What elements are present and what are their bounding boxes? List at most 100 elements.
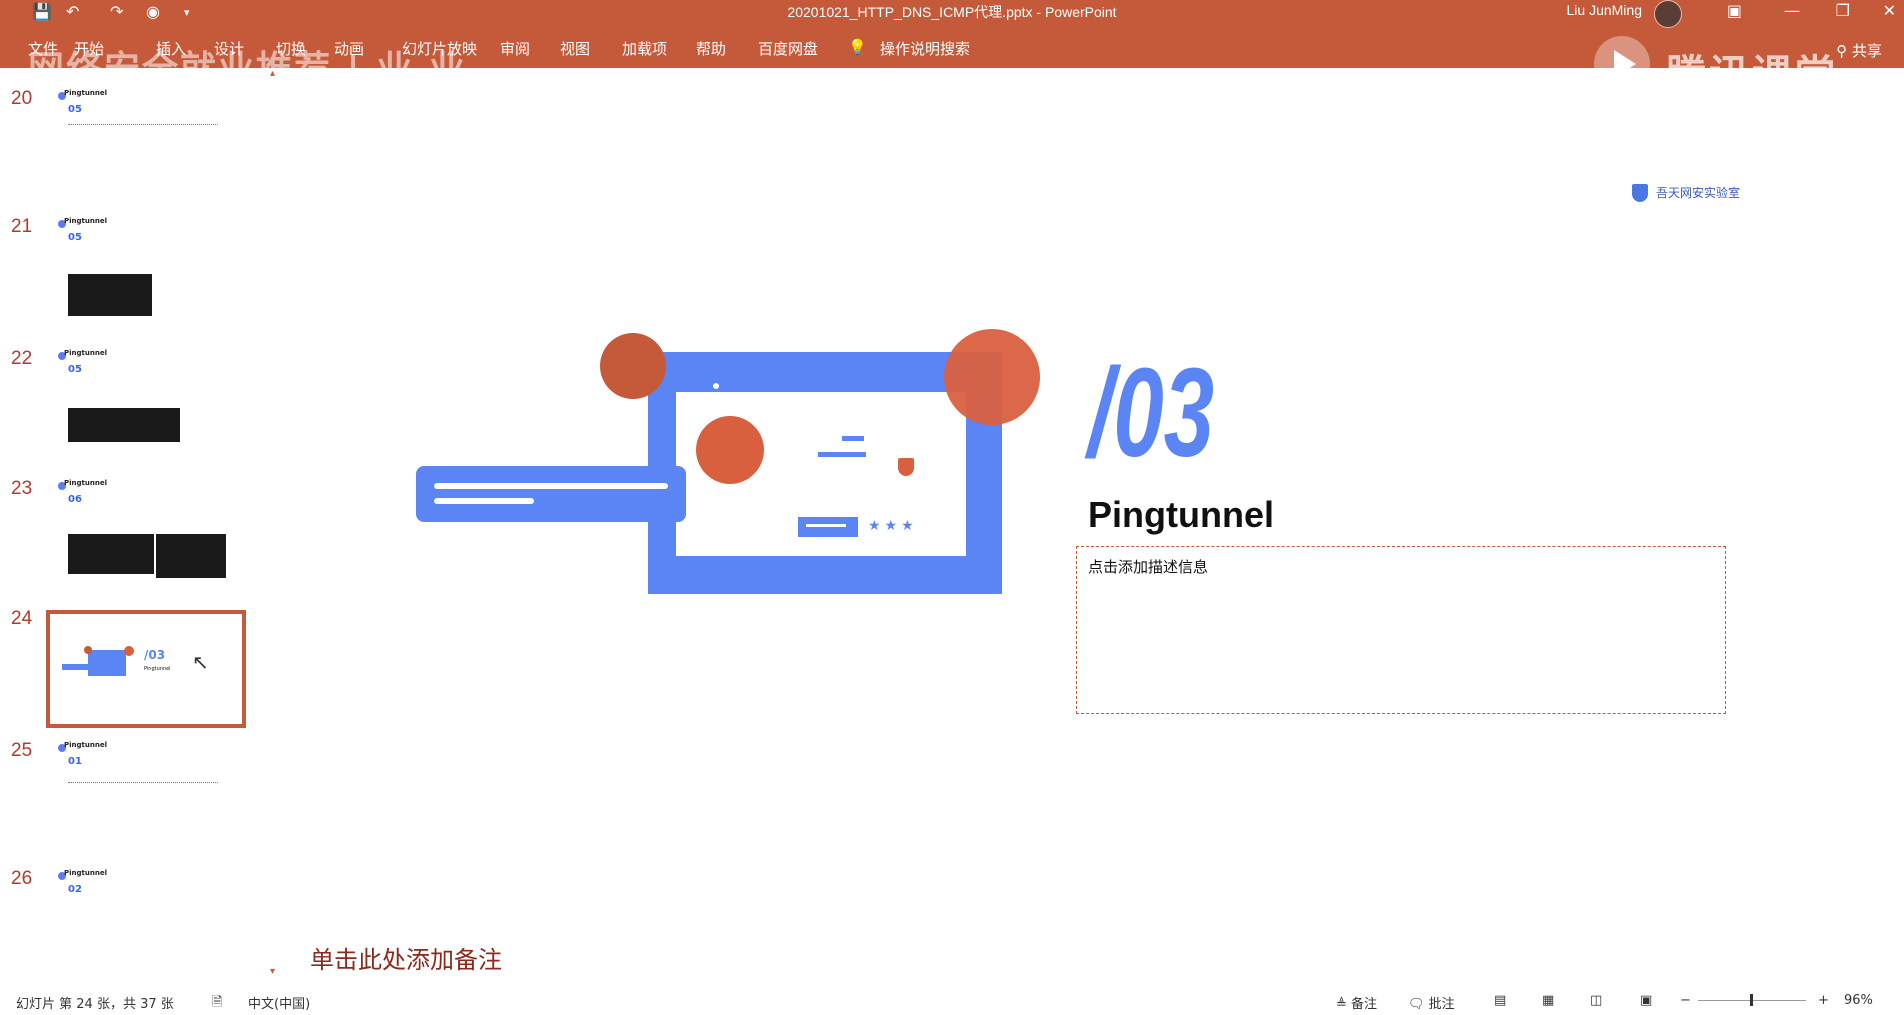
comments-button-label: 批注: [1428, 997, 1455, 1012]
comments-button[interactable]: 🗨 批注: [1408, 993, 1455, 1012]
restore-icon[interactable]: ❐: [1836, 1, 1850, 20]
status-bar: 幻灯片 第 24 张，共 37 张 🗎 中文(中国) ≜ 备注 🗨 批注 ▤ ▦…: [0, 992, 1904, 1012]
thumbnail-number: 20: [11, 88, 33, 109]
ribbon-display-icon[interactable]: ▣: [1727, 1, 1742, 20]
user-name[interactable]: Liu JunMing: [1567, 2, 1643, 18]
thumbnail-heading: Pingtunnel: [64, 349, 107, 357]
thumbnail-section: 06: [68, 494, 82, 505]
play-icon: [1614, 50, 1636, 78]
lab-logo-text: 吾天网安实验室: [1656, 186, 1741, 200]
thumbnail-section: 05: [68, 232, 82, 243]
title-bar: 💾 ↶ ↷ ◉ ▾ 20201021_HTTP_DNS_ICMP代理.pptx …: [0, 0, 1904, 98]
scroll-down-icon[interactable]: ▾: [270, 966, 275, 977]
share-label: 共享: [1851, 42, 1882, 60]
thumbnail-number: 26: [11, 868, 33, 889]
thumbnail-heading: Pingtunnel: [64, 741, 107, 749]
description-placeholder[interactable]: 点击添加描述信息: [1088, 556, 1208, 577]
tab-help[interactable]: 帮助: [696, 38, 726, 59]
tab-insert[interactable]: 插入: [156, 38, 186, 59]
accessibility-icon[interactable]: 🗎: [212, 993, 222, 1015]
thumbnail-text-lines: [68, 782, 218, 785]
thumbnail-screenshot: [156, 534, 226, 578]
slide-thumbnail-pane[interactable]: 20 Pingtunnel 05 21 Pingtunnel 05 22 Pin…: [0, 68, 282, 977]
tab-home[interactable]: 开始: [74, 38, 104, 59]
lightbulb-icon: 💡: [848, 38, 867, 56]
tab-file[interactable]: 文件: [28, 38, 58, 59]
thumbnail-number: 23: [11, 478, 33, 499]
reading-view-icon[interactable]: ◫: [1590, 993, 1602, 1008]
thumbnail-number: 24: [11, 608, 33, 629]
thumbnail-section: Pingtunnel: [144, 666, 171, 672]
mouse-cursor-icon: ↖: [192, 650, 209, 674]
tell-me-search[interactable]: 操作说明搜索: [880, 38, 970, 59]
thumbnail-circle: [84, 646, 92, 654]
slide-thumbnail[interactable]: Pingtunnel 02: [48, 860, 244, 970]
normal-view-icon[interactable]: ▤: [1494, 993, 1506, 1008]
slide-thumbnail[interactable]: Pingtunnel 05: [48, 340, 244, 450]
slide-sorter-icon[interactable]: ▦: [1542, 993, 1554, 1008]
illustration-bar-line: [434, 498, 534, 504]
tab-baidu-netdisk[interactable]: 百度网盘: [758, 38, 818, 59]
illustration-window-dot: [713, 383, 719, 389]
zoom-level[interactable]: 96%: [1844, 993, 1873, 1008]
thumbnail-circle: [124, 646, 134, 656]
thumbnail-frame: [88, 650, 126, 676]
tab-animations[interactable]: 动画: [334, 38, 364, 59]
thumbnail-section: 05: [68, 364, 82, 375]
illustration-circle: [600, 333, 666, 399]
illustration-dash: [818, 452, 866, 457]
close-icon[interactable]: ✕: [1883, 1, 1896, 20]
thumbnail-number: 21: [11, 216, 33, 237]
language-indicator[interactable]: 中文(中国): [248, 993, 310, 1012]
illustration-button-line: [806, 524, 846, 527]
avatar[interactable]: [1654, 0, 1682, 28]
tab-addins[interactable]: 加载项: [622, 38, 667, 59]
thumbnail-heading: Pingtunnel: [64, 217, 107, 225]
shield-icon: [1632, 184, 1648, 202]
thumbnail-number: 22: [11, 348, 33, 369]
tab-view[interactable]: 视图: [560, 38, 590, 59]
notes-button[interactable]: ≜ 备注: [1336, 993, 1377, 1012]
thumbnail-heading: Pingtunnel: [64, 479, 107, 487]
illustration-bar-line: [434, 483, 668, 489]
person-icon: ⚲: [1836, 42, 1848, 60]
thumbnail-section: 02: [68, 884, 82, 895]
illustration-circle: [696, 416, 764, 484]
slide-thumbnail[interactable]: Pingtunnel 01: [48, 732, 244, 842]
notes-button-label: 备注: [1351, 997, 1378, 1012]
thumbnail-text-lines: [68, 124, 218, 127]
scroll-up-icon[interactable]: ▴: [270, 68, 275, 79]
slide-thumbnail[interactable]: Pingtunnel 05: [48, 80, 244, 190]
section-title[interactable]: Pingtunnel: [1088, 494, 1274, 536]
thumbnail-heading: Pingtunnel: [64, 869, 107, 877]
tencent-classroom-brand: 腾讯课堂: [1666, 52, 1838, 98]
slideshow-view-icon[interactable]: ▣: [1640, 993, 1652, 1008]
illustration-shield-icon: [898, 458, 914, 476]
illustration-circle: [944, 329, 1040, 425]
tab-slideshow[interactable]: 幻灯片放映: [402, 38, 477, 59]
zoom-out-button[interactable]: −: [1680, 993, 1691, 1008]
illustration-search-bar: [416, 466, 686, 522]
thumbnail-heading: /03: [144, 648, 166, 662]
tab-transitions[interactable]: 切换: [276, 38, 306, 59]
illustration-stars: ★★★: [868, 518, 918, 534]
thumbnail-number: 25: [11, 740, 33, 761]
comment-icon: 🗨: [1408, 997, 1425, 1012]
thumbnail-section: 05: [68, 104, 82, 115]
minimize-icon[interactable]: —: [1784, 1, 1800, 20]
tab-design[interactable]: 设计: [214, 38, 244, 59]
slide-thumbnail[interactable]: Pingtunnel 06: [48, 470, 244, 580]
title-row: 💾 ↶ ↷ ◉ ▾ 20201021_HTTP_DNS_ICMP代理.pptx …: [0, 0, 1904, 28]
slide-thumbnail-selected[interactable]: /03 Pingtunnel ↖: [46, 610, 246, 728]
slide-thumbnail[interactable]: Pingtunnel 05: [48, 208, 244, 318]
thumbnail-screenshot: [68, 408, 180, 442]
tab-review[interactable]: 审阅: [500, 38, 530, 59]
illustration-button: [798, 517, 858, 537]
zoom-in-button[interactable]: +: [1818, 993, 1829, 1008]
section-number[interactable]: /03: [1088, 350, 1214, 476]
notes-icon: ≜: [1336, 997, 1347, 1012]
slide-counter: 幻灯片 第 24 张，共 37 张: [16, 997, 174, 1012]
notes-placeholder[interactable]: 单击此处添加备注: [310, 940, 502, 975]
zoom-slider-handle[interactable]: [1750, 994, 1753, 1006]
share-button[interactable]: ⚲ 共享: [1836, 40, 1882, 61]
